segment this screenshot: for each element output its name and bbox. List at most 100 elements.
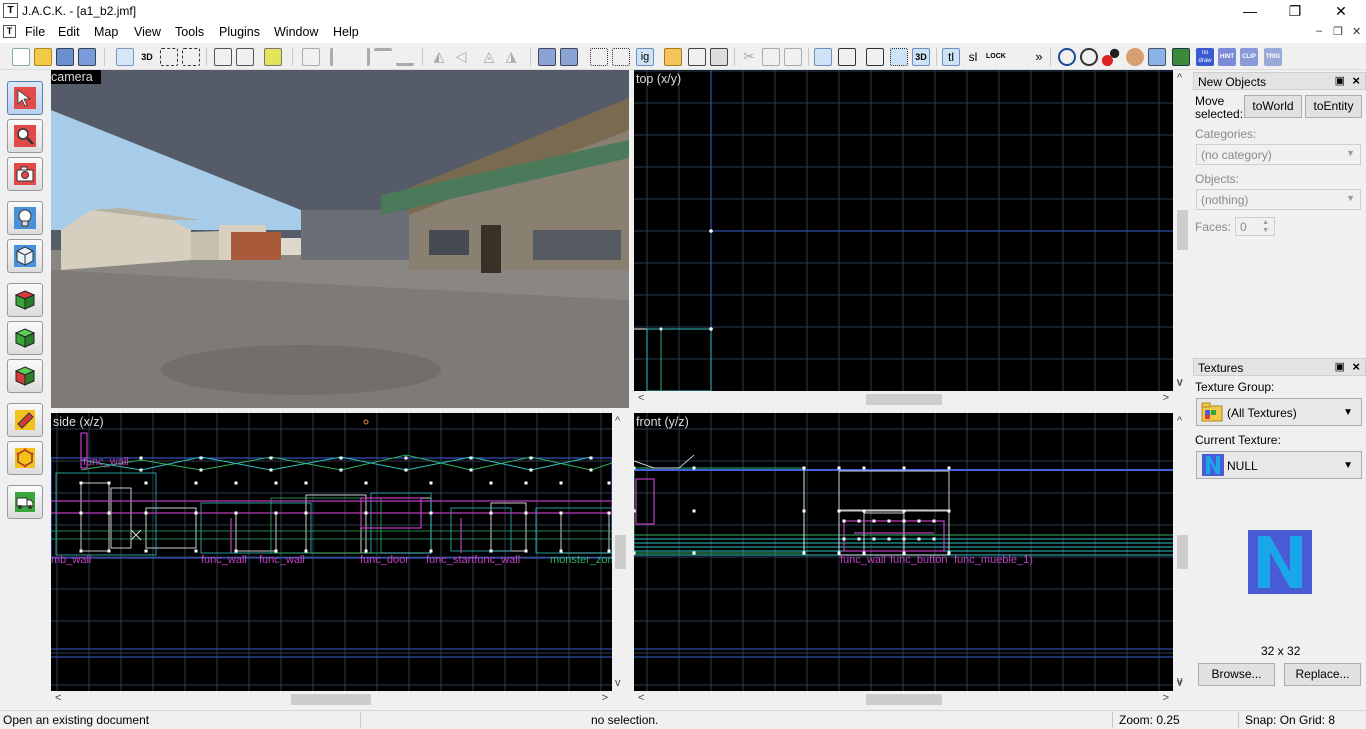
vertex-tool[interactable]: [7, 441, 43, 475]
clip-texture-button[interactable]: CLIP: [1240, 48, 1258, 66]
close-panel-button[interactable]: ×: [1352, 73, 1360, 88]
carve-icon[interactable]: [538, 48, 556, 66]
document-icon[interactable]: T: [3, 25, 16, 38]
mdi-minimize-button[interactable]: –: [1316, 25, 1322, 37]
align-right-icon[interactable]: [352, 48, 370, 66]
hint-texture-button[interactable]: HINT: [1218, 48, 1236, 66]
clipping-tool[interactable]: [7, 403, 43, 437]
close-panel-button[interactable]: ×: [1352, 359, 1360, 374]
lock-button[interactable]: LOCK: [986, 48, 1006, 66]
ungroup-icon[interactable]: [236, 48, 254, 66]
minimize-button[interactable]: —: [1227, 0, 1273, 22]
camera-viewport[interactable]: camera: [51, 70, 629, 408]
save-all-icon[interactable]: [78, 48, 96, 66]
replace-texture-button[interactable]: Replace...: [1284, 663, 1361, 686]
3d-grid-icon[interactable]: 3D: [138, 48, 156, 66]
top-viewport-hscroll[interactable]: < >: [634, 391, 1173, 407]
browse-textures-button[interactable]: Browse...: [1198, 663, 1275, 686]
flip-vertical-icon[interactable]: ◁: [452, 48, 470, 66]
hollow-icon[interactable]: [560, 48, 578, 66]
3d-view-button[interactable]: 3D: [912, 48, 930, 66]
front-viewport-hscroll[interactable]: < >: [634, 691, 1173, 707]
select-region-icon[interactable]: [890, 48, 908, 66]
trigger-texture-button[interactable]: TRIG: [1264, 48, 1282, 66]
block-tool[interactable]: [7, 239, 43, 273]
open-folder-icon[interactable]: [34, 48, 52, 66]
decal-tool[interactable]: [7, 359, 43, 393]
align-left-icon[interactable]: [330, 48, 348, 66]
copy-icon[interactable]: [762, 48, 780, 66]
cube-solid-icon[interactable]: [710, 48, 728, 66]
nodraw-texture-button[interactable]: no draw: [1196, 48, 1214, 66]
menu-plugins[interactable]: Plugins: [219, 25, 260, 39]
panel-scroll-up[interactable]: v: [1174, 358, 1190, 388]
objects-select[interactable]: (nothing) ▼: [1196, 189, 1361, 210]
top-viewport[interactable]: top (x/y): [634, 70, 1173, 391]
texture-lock-button[interactable]: tl: [942, 48, 960, 66]
front-viewport[interactable]: front (y/z) func_wall func_button func_m…: [634, 413, 1173, 691]
rotate-left-icon[interactable]: ◬: [480, 48, 498, 66]
menu-help[interactable]: Help: [333, 25, 359, 39]
transform-icon[interactable]: [302, 48, 320, 66]
circle-tool-icon[interactable]: [1058, 48, 1076, 66]
flip-horizontal-icon[interactable]: ◭: [430, 48, 448, 66]
texture-application-tool[interactable]: [7, 283, 43, 317]
menu-edit[interactable]: Edit: [58, 25, 80, 39]
faces-spinner[interactable]: 0 ▲ ▼: [1235, 217, 1275, 236]
face-icon[interactable]: [1126, 48, 1144, 66]
camera-tool[interactable]: [7, 157, 43, 191]
rotate-right-icon[interactable]: ◮: [502, 48, 520, 66]
side-viewport[interactable]: side (x/z) func_wall mb_wall func_wall f…: [51, 413, 612, 691]
paste-icon[interactable]: [784, 48, 802, 66]
apply-current-texture-tool[interactable]: [7, 321, 43, 355]
select-touching-icon[interactable]: [612, 48, 630, 66]
align-top-icon[interactable]: [374, 48, 392, 66]
magnify-tool[interactable]: [7, 119, 43, 153]
grid-toggle-icon[interactable]: [116, 48, 134, 66]
cube-wireframe-icon[interactable]: [688, 48, 706, 66]
menu-window[interactable]: Window: [274, 25, 318, 39]
maximize-button[interactable]: ❐: [1272, 0, 1318, 22]
top-viewport-vscroll[interactable]: ^ v: [1174, 70, 1190, 391]
texture-lock-icon[interactable]: [664, 48, 682, 66]
spinner-arrows-icon[interactable]: ▲ ▼: [1262, 219, 1269, 235]
entity-toggle-icon[interactable]: [264, 48, 282, 66]
new-document-icon[interactable]: [12, 48, 30, 66]
app-icon[interactable]: T: [3, 3, 18, 18]
to-world-button[interactable]: toWorld: [1244, 95, 1302, 118]
grid-larger-icon[interactable]: [182, 48, 200, 66]
save-icon[interactable]: [56, 48, 74, 66]
group-icon[interactable]: [214, 48, 232, 66]
current-texture-select[interactable]: NULL ▼: [1196, 451, 1362, 479]
mdi-restore-button[interactable]: ❐: [1333, 25, 1343, 38]
side-viewport-vscroll[interactable]: ^ v: [612, 413, 628, 691]
compass-icon[interactable]: [1080, 48, 1098, 66]
categories-select[interactable]: (no category) ▼: [1196, 144, 1361, 165]
toolbar-overflow-button[interactable]: »: [1030, 48, 1048, 66]
float-panel-button[interactable]: ▣: [1335, 360, 1345, 373]
bounding-box-icon[interactable]: [838, 48, 856, 66]
selection-mode-icon[interactable]: [590, 48, 608, 66]
entity-tool[interactable]: [7, 201, 43, 235]
ignore-groups-button[interactable]: ig: [636, 48, 654, 66]
menu-view[interactable]: View: [134, 25, 161, 39]
center-view-icon[interactable]: [866, 48, 884, 66]
front-viewport-vscroll[interactable]: ^ v: [1174, 413, 1190, 691]
float-panel-button[interactable]: ▣: [1335, 74, 1345, 87]
scale-lock-button[interactable]: sl: [964, 48, 982, 66]
panel-scroll-down[interactable]: v: [1174, 672, 1190, 690]
mdi-close-button[interactable]: ✕: [1352, 25, 1361, 38]
menu-tools[interactable]: Tools: [175, 25, 204, 39]
menu-file[interactable]: File: [25, 25, 45, 39]
selection-tool[interactable]: [7, 81, 43, 115]
align-bottom-icon[interactable]: [396, 48, 414, 66]
path-tool[interactable]: [7, 485, 43, 519]
to-entity-button[interactable]: toEntity: [1305, 95, 1362, 118]
image-icon[interactable]: [1148, 48, 1166, 66]
hatch-icon[interactable]: [814, 48, 832, 66]
side-viewport-hscroll[interactable]: < >: [51, 691, 612, 707]
cut-icon[interactable]: ✂: [740, 48, 758, 66]
grid-smaller-icon[interactable]: [160, 48, 178, 66]
close-button[interactable]: ✕: [1318, 0, 1364, 22]
texture-app-icon[interactable]: [1172, 48, 1190, 66]
